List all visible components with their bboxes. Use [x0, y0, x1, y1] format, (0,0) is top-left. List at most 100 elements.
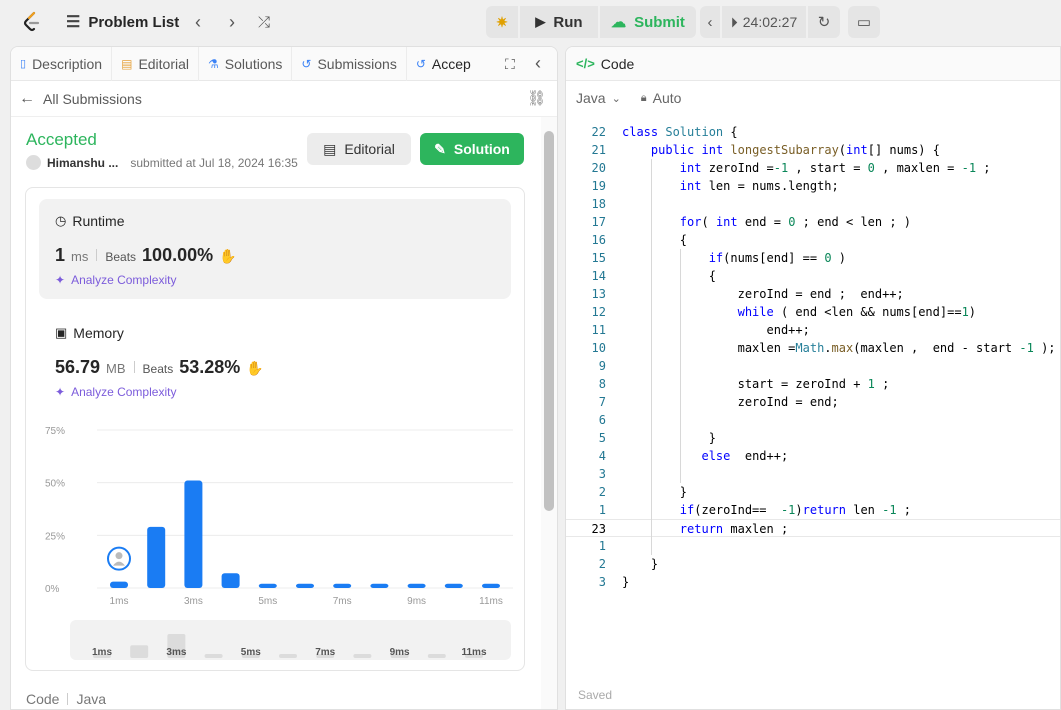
- solution-button[interactable]: ✎ Solution: [420, 133, 524, 165]
- leetcode-logo[interactable]: [20, 10, 44, 34]
- clap-icon: ✋: [219, 248, 237, 264]
- x-tick-label: 5ms: [258, 596, 277, 607]
- analyze-complexity-runtime[interactable]: ✦ Analyze Complexity: [55, 273, 176, 287]
- line-code: }: [622, 485, 688, 499]
- code-line[interactable]: 15 if(nums[end] == 0 ): [566, 249, 1060, 267]
- memory-values: 56.79 MB Beats 53.28% ✋: [55, 357, 264, 378]
- chart-bar[interactable]: [147, 526, 166, 588]
- prev-problem-button[interactable]: ‹: [186, 10, 210, 34]
- timer-group: ‹ ⏵ 24:02:27 ↻: [700, 6, 840, 38]
- code-line[interactable]: 4 else end++;: [566, 447, 1060, 465]
- debug-button[interactable]: ✷: [486, 6, 518, 38]
- next-problem-button[interactable]: ›: [220, 10, 244, 34]
- mini-chart-bar: [130, 645, 149, 658]
- shuffle-icon: ⤮: [257, 13, 270, 31]
- chart-bar[interactable]: [110, 581, 128, 588]
- line-code: {: [622, 233, 688, 247]
- reset-timer-button[interactable]: ↻: [808, 6, 840, 38]
- chart-bar[interactable]: [407, 583, 426, 588]
- submitter-info: Himanshu ... submitted at Jul 18, 2024 1…: [26, 155, 298, 170]
- submit-button[interactable]: ☁ Submit: [600, 6, 696, 38]
- line-number: 11: [591, 323, 606, 337]
- code-line[interactable]: 3}: [566, 573, 1060, 591]
- random-problem-button[interactable]: ⤮: [252, 10, 276, 34]
- tab-submissions[interactable]: ↺ Submissions: [292, 47, 407, 81]
- mini-x-tick-label: 3ms: [166, 647, 186, 658]
- memory-unit: MB: [106, 361, 126, 376]
- chart-bar[interactable]: [258, 583, 277, 588]
- code-line[interactable]: 22 class Solution {: [566, 123, 1060, 141]
- code-line[interactable]: 21 public int longestSubarray(int[] nums…: [566, 141, 1060, 159]
- y-tick-label: 0%: [45, 584, 60, 595]
- tab-editorial[interactable]: ▤ Editorial: [112, 47, 200, 81]
- tab-solutions[interactable]: ⚗ Solutions: [199, 47, 293, 81]
- code-line[interactable]: 3: [566, 465, 1060, 483]
- chart-bar[interactable]: [444, 583, 463, 588]
- play-icon: ▶: [535, 14, 546, 29]
- edit-icon: ✎: [434, 140, 446, 157]
- maximize-icon[interactable]: ⛶: [505, 56, 515, 73]
- user-name[interactable]: Himanshu ...: [47, 156, 118, 170]
- runtime-distribution-chart[interactable]: 75% 50% 25% 0% 1ms 3ms 5ms 7ms 9ms 11ms: [37, 417, 517, 613]
- code-line[interactable]: 8 start = zeroInd + 1 ;: [566, 375, 1060, 393]
- code-line[interactable]: 16 {: [566, 231, 1060, 249]
- code-line[interactable]: 20 int zeroInd =-1 , start = 0 , maxlen …: [566, 159, 1060, 177]
- memory-box[interactable]: ▣ Memory 56.79 MB Beats 53.28% ✋ ✦ Analy…: [39, 311, 511, 411]
- mode-select[interactable]: 🔒︎ Auto: [641, 90, 682, 106]
- chart-bar[interactable]: [333, 583, 352, 588]
- code-line[interactable]: 17 for( int end = 0 ; end < len ; ): [566, 213, 1060, 231]
- avatar[interactable]: [26, 155, 41, 170]
- line-number: 5: [598, 431, 606, 445]
- editorial-button[interactable]: ▤ Editorial: [307, 133, 411, 165]
- code-line[interactable]: 14 {: [566, 267, 1060, 285]
- code-line[interactable]: 2 }: [566, 483, 1060, 501]
- history-icon: ↺: [301, 56, 312, 71]
- code-line[interactable]: 11 end++;: [566, 321, 1060, 339]
- back-to-submissions[interactable]: ← All Submissions: [19, 90, 142, 108]
- line-code: if(zeroInd== -1)return len -1 ;: [679, 503, 912, 517]
- code-line[interactable]: 1: [566, 537, 1060, 555]
- line-code: public int longestSubarray(int[] nums) {: [650, 143, 940, 157]
- code-line[interactable]: 19 int len = nums.length;: [566, 177, 1060, 195]
- code-line[interactable]: 10 maxlen =Math.max(maxlen , end - start…: [566, 339, 1060, 357]
- code-line[interactable]: 6: [566, 411, 1060, 429]
- mini-chart-svg: 1ms 3ms 5ms 7ms 9ms 11ms: [92, 634, 487, 658]
- line-code: if(nums[end] == 0 ): [708, 251, 846, 265]
- collapse-panel-icon[interactable]: ‹: [535, 53, 541, 74]
- memory-beats: 53.28%: [179, 357, 241, 377]
- share-link-icon[interactable]: ⛓: [527, 89, 546, 107]
- tab-accepted[interactable]: ↺ Accep: [407, 47, 485, 81]
- analyze-complexity-memory[interactable]: ✦ Analyze Complexity: [55, 385, 176, 399]
- code-line[interactable]: 18: [566, 195, 1060, 213]
- language-select[interactable]: Java ⌄: [576, 90, 621, 106]
- runtime-box[interactable]: ◷ Runtime 1 ms Beats 100.00% ✋ ✦ Analyze…: [39, 199, 511, 299]
- code-line[interactable]: 9: [566, 357, 1060, 375]
- code-line[interactable]: 1 if(zeroInd== -1)return len -1 ;: [566, 501, 1060, 519]
- notes-button[interactable]: ▭: [848, 6, 880, 38]
- scrollbar-thumb[interactable]: [544, 131, 554, 511]
- code-line[interactable]: 7 zeroInd = end;: [566, 393, 1060, 411]
- tab-label: Description: [32, 55, 103, 72]
- mini-distribution-chart[interactable]: 1ms 3ms 5ms 7ms 9ms 11ms: [70, 620, 511, 660]
- run-button[interactable]: ▶ Run: [520, 6, 598, 38]
- line-code: maxlen =Math.max(maxlen , end - start -1…: [622, 341, 1056, 355]
- code-editor[interactable]: 22 class Solution {21 public int longestS…: [566, 123, 1060, 603]
- chart-bar[interactable]: [184, 480, 203, 588]
- chart-bar[interactable]: [221, 573, 240, 588]
- code-line[interactable]: 2 }: [566, 555, 1060, 573]
- chart-bar[interactable]: [370, 583, 389, 588]
- tab-description[interactable]: ▯ Description: [11, 47, 113, 81]
- chart-bar[interactable]: [482, 583, 500, 588]
- timer-display[interactable]: ⏵ 24:02:27: [722, 6, 806, 38]
- code-line[interactable]: 5 }: [566, 429, 1060, 447]
- beats-label: Beats: [105, 250, 137, 264]
- code-line[interactable]: 23 return maxlen ;: [566, 519, 1060, 537]
- code-line[interactable]: 13 zeroInd = end ; end++;: [566, 285, 1060, 303]
- problem-list-button[interactable]: ☰ Problem List: [66, 11, 179, 33]
- chart-bar[interactable]: [296, 583, 314, 588]
- beats-label: Beats: [142, 362, 174, 376]
- code-line[interactable]: 12 while ( end <len && nums[end]==1): [566, 303, 1060, 321]
- runtime-beats: 100.00%: [142, 245, 214, 265]
- collapse-timer-button[interactable]: ‹: [700, 6, 720, 38]
- code-title: Code: [600, 55, 635, 72]
